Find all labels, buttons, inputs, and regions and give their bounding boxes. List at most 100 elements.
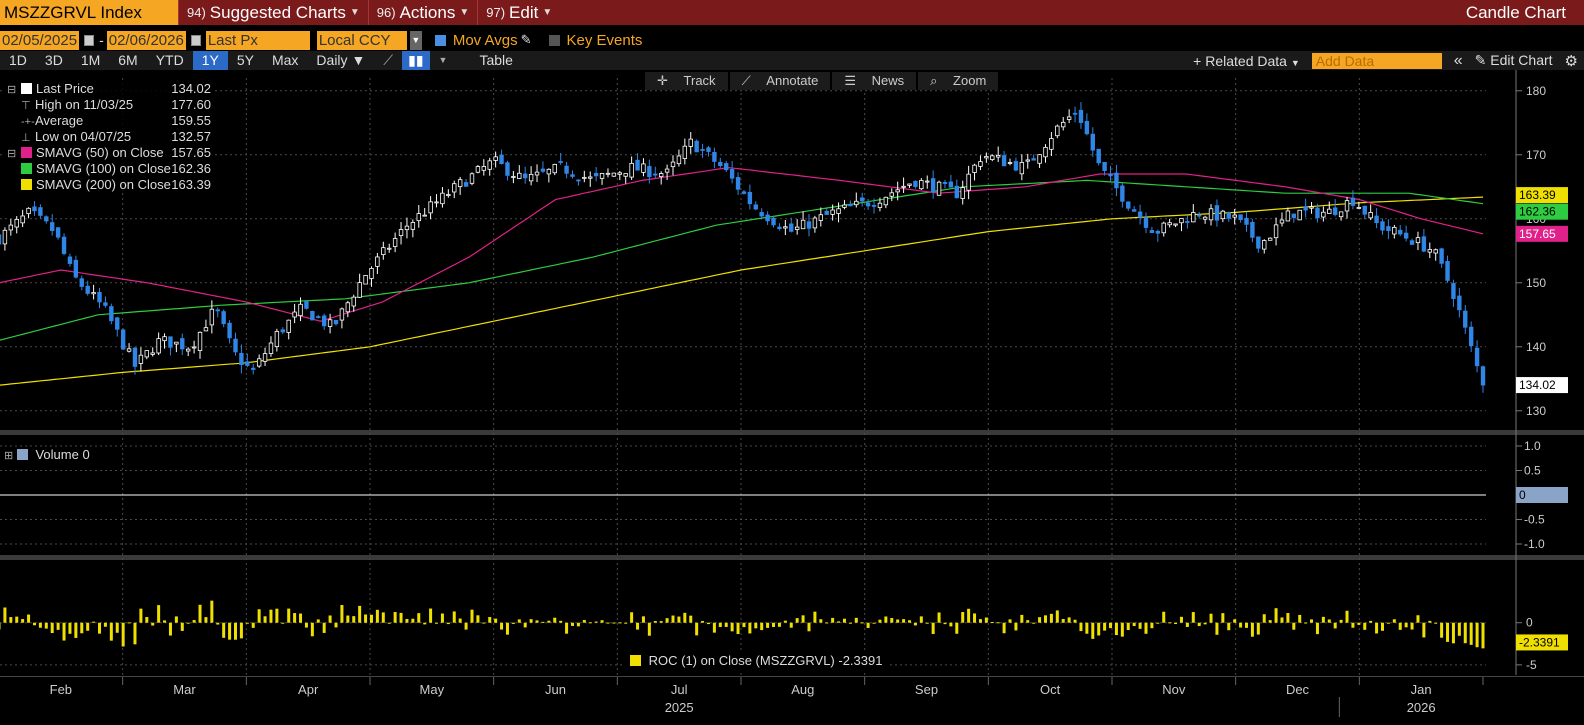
roc-bar (263, 616, 267, 623)
candle-up (972, 164, 977, 173)
roc-bar (192, 620, 196, 623)
candle-down (1457, 295, 1462, 311)
pencil-icon[interactable]: ✎ (521, 32, 532, 48)
edit-chart-button[interactable]: ✎ Edit Chart (1475, 52, 1553, 69)
roc-bars (0, 600, 1485, 649)
candle-up (416, 213, 421, 222)
roc-bar (588, 622, 592, 624)
last-price-value-tag-label: 134.02 (1519, 378, 1556, 392)
candle-down (848, 204, 853, 207)
candle-down (1439, 248, 1444, 264)
candle-up (1427, 249, 1432, 253)
roc-bar (1043, 615, 1047, 623)
candle-up (960, 187, 965, 199)
sma200-value-tag-label: 163.39 (1519, 188, 1556, 202)
period-select[interactable]: Daily ▼ (307, 51, 374, 70)
actions-menu[interactable]: 96) Actions ▼ (367, 0, 477, 25)
legend-sma50[interactable]: ⊟ SMAVG (50) on Close 157.65 (4, 145, 214, 161)
roc-bar (541, 621, 545, 623)
range-max[interactable]: Max (263, 51, 307, 70)
month-label: Sep (915, 682, 938, 697)
track-tool[interactable]: ✛ Track (645, 72, 728, 90)
key-events-checkbox[interactable] (548, 34, 560, 46)
roc-bar (1392, 619, 1396, 623)
roc-bar (15, 616, 19, 623)
suggested-charts-menu[interactable]: 94) Suggested Charts ▼ (178, 0, 368, 25)
key-events-label[interactable]: Key Events (567, 32, 643, 49)
candle-down (1096, 148, 1101, 164)
candle-up (641, 163, 646, 173)
gear-icon[interactable]: ⚙ (1565, 52, 1578, 70)
legend-label: SMAVG (100) on Close (36, 161, 171, 176)
annotate-tool[interactable]: ⟋ Annotate (729, 72, 831, 90)
legend-sma100[interactable]: SMAVG (100) on Close 162.36 (4, 161, 214, 177)
legend-value: 159.55 (171, 113, 211, 128)
candle-chart-canvas[interactable]: 1301401501601701801.00.5-0.5-1.00-5163.3… (0, 70, 1584, 725)
legend-last-price[interactable]: ⊟ Last Price 134.02 (4, 81, 214, 97)
range-1d[interactable]: 1D (0, 51, 36, 70)
candle-up (1049, 138, 1054, 150)
range-1y[interactable]: 1Y (192, 51, 228, 70)
end-date-field[interactable]: 02/06/2026 (106, 30, 186, 50)
candle-up (1220, 210, 1226, 220)
month-label: Aug (791, 682, 814, 697)
ticker-field[interactable]: MSZZGRVL Index (0, 0, 178, 25)
calendar-icon[interactable] (190, 34, 201, 46)
expand-icon[interactable]: ⊞ (4, 450, 13, 462)
roc-legend[interactable]: ROC (1) on Close (MSZZGRVL) -2.3391 (622, 651, 891, 670)
news-tool[interactable]: ☰ News (832, 72, 917, 90)
collapse-chevrons-icon[interactable]: « (1454, 52, 1463, 70)
range-ytd[interactable]: YTD (147, 51, 193, 70)
mov-avgs-label[interactable]: Mov Avgs (453, 32, 518, 49)
candle-down (227, 322, 232, 339)
edit-menu[interactable]: 97) Edit ▼ (477, 0, 560, 25)
volume-legend[interactable]: ⊞ Volume 0 (4, 447, 90, 462)
candle-up (469, 173, 475, 184)
roc-bar (62, 622, 66, 641)
related-data-button[interactable]: + Related Data ▼ (1193, 53, 1300, 69)
collapse-icon[interactable]: ⊟ (7, 146, 21, 162)
field-select[interactable]: Last Px (205, 30, 310, 50)
candle-up (1208, 208, 1214, 221)
roc-bar (310, 622, 314, 637)
roc-bar (464, 622, 468, 630)
roc-bar (251, 622, 255, 628)
candle-up (138, 354, 144, 364)
candle-up (883, 196, 889, 206)
candle-down (860, 197, 865, 202)
roc-bar (405, 619, 409, 623)
start-date-field[interactable]: 02/05/2025 (0, 30, 80, 50)
range-6m[interactable]: 6M (109, 51, 146, 70)
legend-value: 177.60 (171, 97, 211, 112)
range-5y[interactable]: 5Y (228, 51, 263, 70)
chart-style-dropdown-icon[interactable]: ▼ (430, 51, 457, 70)
roc-bar (1440, 622, 1444, 638)
range-3d[interactable]: 3D (36, 51, 72, 70)
sma200-line (0, 196, 1484, 386)
roc-bar (1469, 622, 1473, 645)
candle-down (109, 306, 114, 322)
candle-down (103, 302, 108, 306)
roc-bar (908, 620, 912, 623)
chevron-down-icon[interactable]: ▼ (409, 30, 422, 50)
candle-down (747, 192, 753, 205)
roc-bar (1132, 622, 1136, 627)
roc-bar (1014, 622, 1018, 631)
roc-bar (1457, 622, 1461, 636)
add-data-input[interactable]: Add Data (1311, 52, 1442, 69)
range-1m[interactable]: 1M (72, 51, 109, 70)
collapse-icon[interactable]: ⊟ (7, 82, 21, 98)
table-button[interactable]: Table (470, 51, 521, 70)
menu-number: 94) (187, 5, 206, 20)
candle-down (1126, 201, 1131, 209)
sma100-value-tag-label: 162.36 (1519, 205, 1556, 219)
currency-select[interactable]: Local CCY (316, 30, 407, 50)
legend-value: 163.39 (171, 177, 211, 192)
line-chart-icon[interactable]: ⟋ (374, 51, 402, 70)
legend-sma200[interactable]: SMAVG (200) on Close 163.39 (4, 177, 214, 193)
candle-up (984, 156, 989, 159)
zoom-tool[interactable]: ⌕ Zoom (918, 72, 999, 90)
calendar-icon[interactable] (84, 34, 95, 46)
mov-avgs-checkbox[interactable] (434, 34, 446, 46)
candle-chart-icon[interactable]: ▮▮ (402, 51, 430, 70)
